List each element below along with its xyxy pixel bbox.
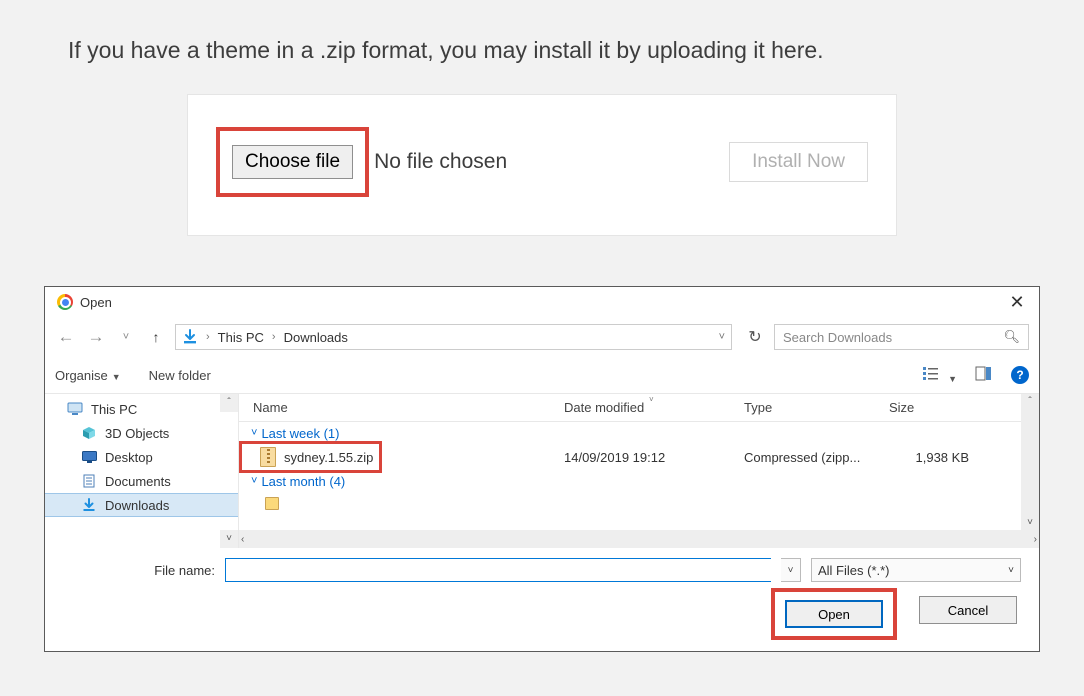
dialog-toolbar: Organise▼ New folder ▼ ? [45, 357, 1039, 393]
highlight-open: Open [771, 588, 897, 640]
organise-menu[interactable]: Organise▼ [55, 368, 121, 383]
desktop-icon [81, 449, 97, 465]
help-icon[interactable]: ? [1011, 366, 1029, 384]
chevron-down-icon: ˅ [251, 475, 257, 487]
chevron-down-icon: ˅ [251, 427, 257, 439]
scroll-up-icon[interactable]: ˆ [220, 394, 238, 412]
sidebar-item-label: Documents [105, 474, 171, 489]
zip-icon [260, 447, 276, 467]
filename-row: File name: ˅ All Files (*.*) ˅ [63, 558, 1021, 582]
search-placeholder: Search Downloads [783, 330, 892, 345]
chevron-down-icon: ▼ [112, 372, 121, 382]
file-size: 1,938 KB [889, 450, 979, 465]
file-list: ˅ Name Date modified Type Size ˅ Last we… [239, 394, 1039, 548]
file-row[interactable]: sydney.1.55.zip 14/09/2019 19:12 Compres… [239, 444, 1039, 470]
dialog-titlebar: Open ✕ [45, 287, 1039, 317]
install-now-button[interactable]: Install Now [729, 142, 868, 182]
col-date[interactable]: Date modified [564, 400, 744, 415]
highlight-choose-file: Choose file [216, 127, 369, 197]
chevron-down-icon: ˅ [1008, 565, 1014, 576]
close-icon[interactable]: ✕ [999, 292, 1035, 313]
filename-history-icon[interactable]: ˅ [781, 558, 801, 582]
cube-icon [81, 425, 97, 441]
highlight-file: sydney.1.55.zip [239, 441, 382, 473]
upload-panel: Choose file No file chosen Install Now [187, 94, 897, 236]
documents-icon [81, 473, 97, 489]
col-type[interactable]: Type [744, 400, 889, 415]
group-label: Last week (1) [261, 426, 339, 441]
breadcrumb-this-pc[interactable]: This PC [218, 330, 264, 345]
new-folder-button[interactable]: New folder [149, 368, 211, 383]
file-picker-group: Choose file No file chosen [216, 127, 507, 197]
file-row-partial [239, 492, 1039, 518]
dialog-body: ˆ This PC 3D Objects Desktop Documents D… [45, 393, 1039, 548]
dialog-title: Open [80, 295, 999, 310]
folder-icon [265, 497, 279, 510]
refresh-icon[interactable]: ↻ [744, 327, 766, 347]
filter-label: All Files (*.*) [818, 563, 890, 578]
pc-icon [67, 401, 83, 417]
sidebar-item-documents[interactable]: Documents [45, 469, 238, 493]
open-button[interactable]: Open [785, 600, 883, 628]
breadcrumb-downloads[interactable]: Downloads [284, 330, 348, 345]
side-nav: ˆ This PC 3D Objects Desktop Documents D… [45, 394, 239, 548]
dialog-nav: ← → ˅ ↑ › This PC › Downloads ˅ ↻ Search… [45, 317, 1039, 357]
open-dialog: Open ✕ ← → ˅ ↑ › This PC › Downloads ˅ ↻… [44, 286, 1040, 652]
col-size[interactable]: Size [889, 400, 979, 415]
breadcrumb[interactable]: › This PC › Downloads ˅ [175, 324, 732, 350]
chevron-down-icon: ▼ [948, 374, 957, 384]
choose-file-button[interactable]: Choose file [232, 145, 353, 179]
column-headers: ˅ Name Date modified Type Size [239, 394, 1039, 422]
scroll-down-icon[interactable]: ˅ [220, 530, 238, 548]
vertical-scrollbar[interactable]: ˆ˅ [1021, 394, 1039, 530]
up-arrow-icon[interactable]: ↑ [145, 329, 167, 345]
file-filter-select[interactable]: All Files (*.*) ˅ [811, 558, 1021, 582]
sidebar-item-3d-objects[interactable]: 3D Objects [45, 421, 238, 445]
cancel-button[interactable]: Cancel [919, 596, 1017, 624]
search-input[interactable]: Search Downloads 🔍︎ [774, 324, 1029, 350]
no-file-label: No file chosen [374, 150, 507, 174]
sidebar-item-label: Desktop [105, 450, 153, 465]
sidebar-item-label: This PC [91, 402, 137, 417]
chevron-down-icon[interactable]: ˅ [115, 331, 137, 343]
button-row: Open Cancel [63, 596, 1021, 640]
search-icon[interactable]: 🔍︎ [1003, 329, 1020, 345]
filename-label: File name: [63, 563, 215, 578]
sidebar-item-label: 3D Objects [105, 426, 169, 441]
downloads-icon [182, 329, 198, 345]
instruction-text: If you have a theme in a .zip format, yo… [0, 0, 1084, 94]
group-last-month[interactable]: ˅ Last month (4) [239, 470, 1039, 492]
sort-indicator-icon: ˅ [649, 395, 654, 404]
col-name[interactable]: Name [239, 400, 564, 415]
file-name: sydney.1.55.zip [284, 450, 373, 465]
view-details-icon[interactable]: ▼ [922, 366, 957, 385]
sidebar-item-this-pc[interactable]: This PC [45, 397, 238, 421]
filename-input[interactable] [225, 558, 771, 582]
horizontal-scrollbar[interactable]: ‹› [239, 530, 1039, 548]
file-type: Compressed (zipp... [744, 450, 889, 465]
forward-arrow-icon[interactable]: → [85, 327, 107, 347]
sidebar-item-downloads[interactable]: Downloads [45, 493, 238, 517]
chevron-right-icon: › [272, 331, 276, 343]
group-label: Last month (4) [261, 474, 345, 489]
sidebar-item-desktop[interactable]: Desktop [45, 445, 238, 469]
chevron-down-icon[interactable]: ˅ [719, 331, 725, 343]
file-date: 14/09/2019 19:12 [564, 450, 744, 465]
preview-pane-icon[interactable] [975, 366, 993, 385]
chevron-right-icon: › [206, 331, 210, 343]
chrome-icon [57, 294, 73, 310]
sidebar-item-label: Downloads [105, 498, 169, 513]
back-arrow-icon[interactable]: ← [55, 327, 77, 347]
download-icon [81, 497, 97, 513]
dialog-footer: File name: ˅ All Files (*.*) ˅ Open Canc… [45, 548, 1039, 640]
